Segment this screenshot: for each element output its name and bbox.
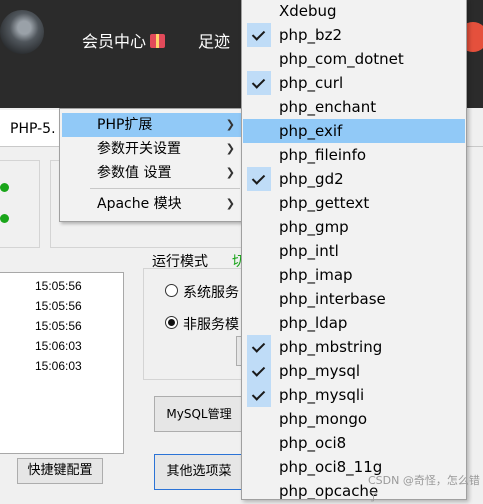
extension-item[interactable]: php_enchant: [243, 95, 465, 119]
nav-member-center-label: 会员中心: [82, 32, 147, 51]
extension-label: php_mysql: [279, 362, 361, 380]
extension-label: php_com_dotnet: [279, 50, 404, 68]
log-time: 15:06:03: [35, 339, 82, 353]
radio-non-service[interactable]: [165, 316, 178, 329]
status-dot-icon: [0, 214, 9, 223]
extension-label: php_oci8: [279, 434, 347, 452]
menu-item-param-switch[interactable]: 参数开关设置 ❯: [62, 137, 243, 161]
checkmark-icon: [247, 383, 271, 407]
context-menu: PHP扩展 ❯ 参数开关设置 ❯ 参数值 设置 ❯ Apache 模块 ❯: [59, 108, 246, 222]
other-options-button[interactable]: 其他选项菜: [154, 454, 244, 490]
extension-label: php_mbstring: [279, 338, 383, 356]
php-extension-list[interactable]: Xdebug php_bz2 php_com_dotnet php_curl php_e…: [241, 0, 467, 500]
extension-item[interactable]: php_oci8: [243, 431, 465, 455]
extension-label: php_exif: [279, 122, 343, 140]
menu-item-label: 参数开关设置: [97, 141, 181, 157]
menu-item-label: Apache 模块: [97, 196, 182, 212]
extension-label: php_bz2: [279, 26, 342, 44]
extension-item[interactable]: php_gmp: [243, 215, 465, 239]
extension-item[interactable]: php_com_dotnet: [243, 47, 465, 71]
radio-non-service-label[interactable]: 非服务模: [183, 314, 239, 334]
extension-item[interactable]: php_gettext: [243, 191, 465, 215]
checkmark-icon: [247, 71, 271, 95]
checkmark-icon: [247, 167, 271, 191]
extension-item[interactable]: php_bz2: [243, 23, 465, 47]
log-panel[interactable]: 15:05:56 15:05:56 15:05:56 15:06:03 15:0…: [0, 272, 124, 454]
extension-item[interactable]: php_gd2: [243, 167, 465, 191]
extension-item[interactable]: php_mongo: [243, 407, 465, 431]
extension-label: php_intl: [279, 242, 339, 260]
mysql-manage-button[interactable]: MySQL管理: [154, 396, 244, 432]
radio-system-service-label[interactable]: 系统服务: [183, 282, 239, 302]
extension-item[interactable]: php_mysqli: [243, 383, 465, 407]
extension-label: php_oci8_11g: [279, 458, 383, 476]
extension-label: php_ldap: [279, 314, 348, 332]
nav-footprints[interactable]: 足迹: [198, 28, 230, 52]
extension-label: php_curl: [279, 74, 344, 92]
extension-item[interactable]: php_mbstring: [243, 335, 465, 359]
gift-icon: [150, 34, 166, 48]
menu-item-label: PHP扩展: [97, 117, 153, 133]
nav-member-center[interactable]: 会员中心: [82, 28, 166, 52]
extension-item[interactable]: php_imap: [243, 263, 465, 287]
extension-label: php_fileinfo: [279, 146, 367, 164]
extension-item[interactable]: php_interbase: [243, 287, 465, 311]
extension-item[interactable]: php_exif: [243, 119, 465, 143]
extension-label: php_mysqli: [279, 386, 365, 404]
log-time: 15:06:03: [35, 359, 82, 373]
log-time: 15:05:56: [35, 319, 82, 333]
chevron-right-icon: ❯: [225, 166, 235, 179]
extension-label: php_imap: [279, 266, 353, 284]
extension-item[interactable]: php_mysql: [243, 359, 465, 383]
extension-label: php_gettext: [279, 194, 370, 212]
extension-item[interactable]: php_curl: [243, 71, 465, 95]
extension-item[interactable]: php_fileinfo: [243, 143, 465, 167]
avatar[interactable]: [0, 10, 44, 54]
checkmark-icon: [247, 359, 271, 383]
checkmark-icon: [247, 23, 271, 47]
extension-item[interactable]: php_intl: [243, 239, 465, 263]
menu-item-php-ext[interactable]: PHP扩展 ❯: [62, 113, 243, 137]
log-time: 15:05:56: [35, 299, 82, 313]
extension-item[interactable]: Xdebug: [243, 0, 465, 23]
log-time: 15:05:56: [35, 279, 82, 293]
menu-item-param-value[interactable]: 参数值 设置 ❯: [62, 161, 243, 185]
extension-label: Xdebug: [279, 2, 337, 20]
shortcut-config-button[interactable]: 快捷键配置: [17, 458, 103, 484]
extension-label: php_opcache: [279, 482, 379, 500]
watermark: CSDN @奇怪，怎么错了: [368, 474, 480, 503]
extension-label: php_mongo: [279, 410, 368, 428]
status-dot-icon: [0, 183, 9, 192]
status-box: [0, 160, 40, 248]
chevron-right-icon: ❯: [225, 142, 235, 155]
menu-item-label: 参数值 设置: [97, 165, 172, 181]
checkmark-icon: [247, 335, 271, 359]
menu-item-apache-modules[interactable]: Apache 模块 ❯: [62, 192, 243, 216]
extension-label: php_gd2: [279, 170, 344, 188]
radio-system-service[interactable]: [165, 284, 178, 297]
chevron-right-icon: ❯: [225, 197, 235, 210]
extension-label: php_enchant: [279, 98, 377, 116]
extension-label: php_interbase: [279, 290, 386, 308]
chevron-right-icon: ❯: [225, 118, 235, 131]
extension-label: php_gmp: [279, 218, 349, 236]
extension-item[interactable]: php_ldap: [243, 311, 465, 335]
menu-separator: [90, 188, 240, 189]
